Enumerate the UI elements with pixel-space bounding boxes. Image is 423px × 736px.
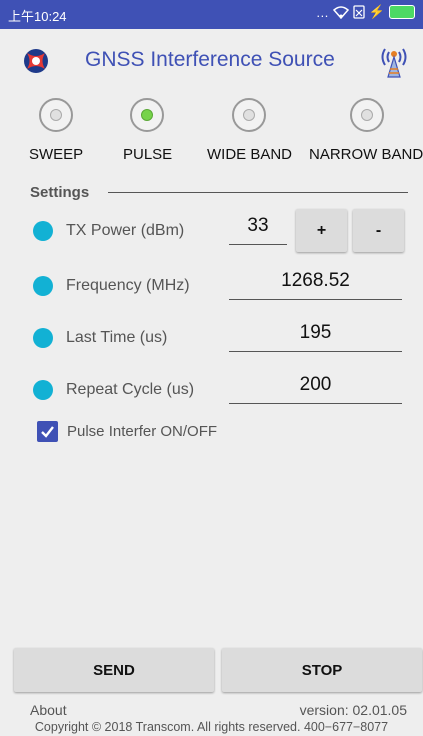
about-link[interactable]: About [30,702,67,718]
sim-icon [353,5,365,19]
last-time-label: Last Time (us) [66,329,168,346]
radio-label-narrow-band: NARROW BAND [309,146,423,163]
charging-icon: ⚡ [368,4,385,19]
tx-power-label: TX Power (dBm) [66,222,185,239]
radio-dot [50,109,62,121]
frequency-label: Frequency (MHz) [66,277,190,294]
radio-dot [361,109,373,121]
frequency-input[interactable]: 1268.52 [229,270,402,300]
repeat-cycle-row: Repeat Cycle (us) 200 [0,368,423,412]
repeat-cycle-input[interactable]: 200 [229,374,402,404]
mode-radio-group: SWEEP PULSE WIDE BAND NARROW BAND [0,98,423,168]
tx-power-plus-button[interactable]: + [296,209,347,252]
stop-button[interactable]: STOP [222,648,422,692]
bullet-icon [33,276,53,296]
radio-wide-band[interactable] [232,98,266,132]
app-bar: GNSS Interference Source [0,29,423,91]
radio-label-sweep: SWEEP [29,146,84,163]
version-text: version: 02.01.05 [299,702,407,718]
more-icon: … [315,4,329,20]
bullet-icon [33,328,53,348]
settings-header: Settings [30,184,90,201]
antenna-icon[interactable] [377,41,411,81]
tx-power-input[interactable]: 33 [229,215,287,245]
radio-dot [243,109,255,121]
copyright-text: Copyright © 2018 Transcom. All rights re… [34,720,389,734]
page-title: GNSS Interference Source [85,48,335,71]
send-button[interactable]: SEND [14,648,214,692]
radio-sweep[interactable] [39,98,73,132]
radio-label-pulse: PULSE [123,146,173,163]
status-icons: … ⚡ [316,4,415,20]
radio-label-wide-band: WIDE BAND [207,146,293,163]
status-bar: 上午10:24 … ⚡ [0,0,423,29]
radio-narrow-band[interactable] [350,98,384,132]
bullet-icon [33,221,53,241]
pulse-toggle-label: Pulse Interfer ON/OFF [67,423,218,440]
transcom-logo-icon [24,49,48,73]
repeat-cycle-label: Repeat Cycle (us) [66,381,195,398]
checkmark-icon [41,426,54,438]
status-time: 上午10:24 [8,9,67,24]
radio-pulse[interactable] [130,98,164,132]
pulse-toggle-checkbox[interactable] [37,421,58,442]
settings-divider [108,192,408,193]
last-time-row: Last Time (us) 195 [0,316,423,360]
wifi-icon [332,5,349,19]
bullet-icon [33,380,53,400]
radio-dot [141,109,153,121]
frequency-row: Frequency (MHz) 1268.52 [0,264,423,308]
last-time-input[interactable]: 195 [229,322,402,352]
battery-icon [389,5,415,19]
tx-power-minus-button[interactable]: - [353,209,404,252]
tx-power-row: TX Power (dBm) 33 + - [0,209,423,253]
